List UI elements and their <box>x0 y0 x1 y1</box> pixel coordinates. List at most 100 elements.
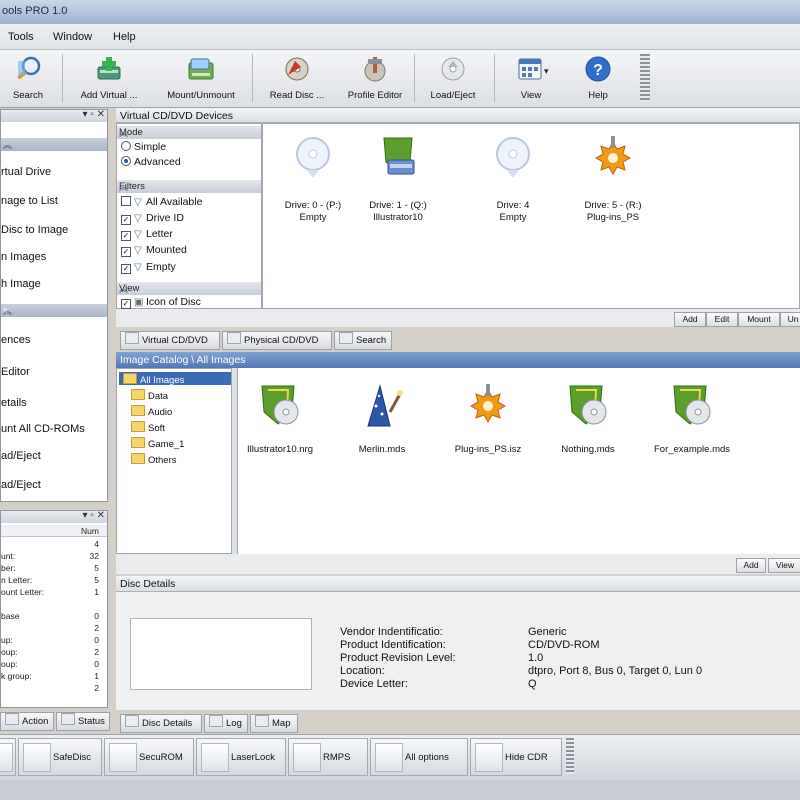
table-row[interactable] <box>1 599 101 609</box>
option-button[interactable]: LaserLock <box>196 738 286 776</box>
load-eject-button[interactable]: Load/Eject <box>418 52 488 104</box>
filter-empty[interactable]: ✓ ▽ Empty <box>121 261 176 274</box>
collapse-icon[interactable]: ︽ <box>119 180 257 193</box>
mode-header[interactable]: Mode ︽ <box>117 126 261 139</box>
tree-item-data[interactable]: Data <box>131 389 168 402</box>
collapse-icon[interactable]: ︽ <box>3 304 103 317</box>
table-row[interactable]: base 0 <box>1 611 101 621</box>
bottom-gripper[interactable] <box>566 738 574 774</box>
tree-item-game[interactable]: Game_1 <box>131 437 184 450</box>
filter-mounted[interactable]: ✓ ▽ Mounted <box>121 244 187 257</box>
toolbar-gripper[interactable] <box>640 54 650 102</box>
tree-item-soft[interactable]: Soft <box>131 421 165 434</box>
detail-label: Product Revision Level: <box>340 652 456 664</box>
task-disc-to-image[interactable]: Disc to Image <box>1 224 68 236</box>
drive-item[interactable]: Drive: 4 Empty <box>473 134 553 229</box>
add-virtual-button[interactable]: Add Virtual ... <box>66 52 152 104</box>
option-button[interactable]: RMPS <box>288 738 368 776</box>
disc-details-title: Disc Details <box>120 578 176 590</box>
image-item[interactable]: Plug-ins_PS.isz <box>446 382 530 462</box>
tab-physical-cd[interactable]: Physical CD/DVD <box>222 331 332 350</box>
table-row[interactable]: unt: 32 <box>1 551 101 561</box>
mode-simple-radio[interactable]: Simple <box>121 141 166 153</box>
task-image[interactable]: h Image <box>1 278 41 290</box>
tab-action[interactable]: Action <box>0 712 54 731</box>
task-editor[interactable]: Editor <box>1 366 30 378</box>
option-button[interactable]: Hide CDR <box>470 738 562 776</box>
catalog-view-button[interactable]: View <box>768 558 800 573</box>
tab-log[interactable]: Log <box>204 714 248 733</box>
tab-map[interactable]: Map <box>250 714 298 733</box>
filters-header[interactable]: Filters ︽ <box>117 180 261 193</box>
table-row[interactable]: k group: 1 <box>1 671 101 681</box>
table-row[interactable]: oup: 0 <box>1 659 101 669</box>
table-row[interactable]: ount Letter: 1 <box>1 587 101 597</box>
image-item[interactable]: Nothing.mds <box>546 382 630 462</box>
task-details[interactable]: etails <box>1 397 27 409</box>
task-group-header[interactable]: ︽ <box>1 138 107 151</box>
drive-name: Drive: 5 - (R:) <box>584 200 642 211</box>
catalog-add-button[interactable]: Add <box>736 558 766 573</box>
device-mount-button[interactable]: Mount <box>738 312 780 327</box>
image-item[interactable]: For_example.mds <box>650 382 734 462</box>
task-load-eject-1[interactable]: ad/Eject <box>1 450 41 462</box>
tab-search[interactable]: Search <box>334 331 392 350</box>
table-row[interactable]: 2 <box>1 683 101 693</box>
task-unmount-all[interactable]: unt All CD-ROMs <box>1 423 85 435</box>
pane-controls-icon[interactable]: ▾ ▫ ✕ <box>83 109 106 120</box>
menu-help[interactable]: Help <box>113 31 136 43</box>
device-add-button[interactable]: Add <box>674 312 706 327</box>
search-button[interactable]: Search <box>0 52 56 104</box>
tab-status[interactable]: Status <box>56 712 110 731</box>
task-add-image-to-list[interactable]: nage to List <box>1 195 58 207</box>
filter-drive-id[interactable]: ✓ ▽ Drive ID <box>121 212 184 225</box>
mode-advanced-radio[interactable]: Advanced <box>121 156 181 168</box>
filter-letter[interactable]: ✓ ▽ Letter <box>121 228 173 241</box>
image-item[interactable]: Merlin.mds <box>340 382 424 462</box>
table-row[interactable]: oup: 2 <box>1 647 101 657</box>
view-icon-of-disc[interactable]: ✓ ▣ Icon of Disc <box>121 296 201 309</box>
drive-item[interactable]: Drive: 1 - (Q:) Illustrator10 <box>358 134 438 229</box>
tree-item-others[interactable]: Others <box>131 453 177 466</box>
pane-controls-icon[interactable]: ▾ ▫ ✕ <box>83 510 106 521</box>
option-button[interactable] <box>0 738 16 776</box>
view-dropdown-icon[interactable]: ▾ <box>544 66 549 77</box>
collapse-icon[interactable]: ︽ <box>119 126 257 139</box>
tab-virtual-cd[interactable]: Virtual CD/DVD <box>120 331 220 350</box>
table-row[interactable]: n Letter: 5 <box>1 575 101 585</box>
option-button[interactable]: SecuROM <box>104 738 194 776</box>
device-edit-button[interactable]: Edit <box>706 312 738 327</box>
mount-unmount-button[interactable]: Mount/Unmount <box>155 52 247 104</box>
device-unmount-button[interactable]: Un <box>780 312 800 327</box>
table-row[interactable]: ber: 5 <box>1 563 101 573</box>
filter-icon: ▽ <box>134 213 142 224</box>
option-button[interactable]: All options <box>370 738 468 776</box>
table-row[interactable]: up: 0 <box>1 635 101 645</box>
drive-item[interactable]: Drive: 5 - (R:) Plug-ins_PS <box>573 134 653 229</box>
read-disc-button[interactable]: Read Disc ... <box>257 52 337 104</box>
task-load-eject-2[interactable]: ad/Eject <box>1 479 41 491</box>
tree-root-label: All Images <box>140 375 185 386</box>
image-item[interactable]: Illustrator10.nrg <box>238 382 322 462</box>
tree-item-audio[interactable]: Audio <box>131 405 172 418</box>
task-preferences[interactable]: ences <box>1 334 30 346</box>
task-images[interactable]: n Images <box>1 251 46 263</box>
drive-item[interactable]: Drive: 0 - (P:) Empty <box>273 134 353 229</box>
tab-disc-details[interactable]: Disc Details <box>120 714 202 733</box>
collapse-icon[interactable]: ︽ <box>3 138 103 151</box>
table-row[interactable]: 4 <box>1 539 101 549</box>
option-button[interactable]: SafeDisc <box>18 738 102 776</box>
tree-item-all-images[interactable]: All Images <box>119 372 231 386</box>
profile-editor-button[interactable]: Profile Editor <box>340 52 410 104</box>
table-row[interactable]: 2 <box>1 623 101 633</box>
help-button[interactable]: ? Help <box>568 52 628 104</box>
menu-window[interactable]: Window <box>53 31 92 43</box>
detail-label: Vendor Indentificatio: <box>340 626 443 638</box>
collapse-icon[interactable]: ︽ <box>119 282 257 295</box>
task-add-virtual-drive[interactable]: rtual Drive <box>1 166 51 178</box>
filter-all-available[interactable]: ▽ All Available <box>121 196 202 208</box>
view-header[interactable]: View ︽ <box>117 282 261 295</box>
task-group2-header[interactable]: s ︽ <box>1 304 107 317</box>
menu-tools[interactable]: Tools <box>8 31 34 43</box>
view-button[interactable]: ▾ View <box>500 52 562 104</box>
